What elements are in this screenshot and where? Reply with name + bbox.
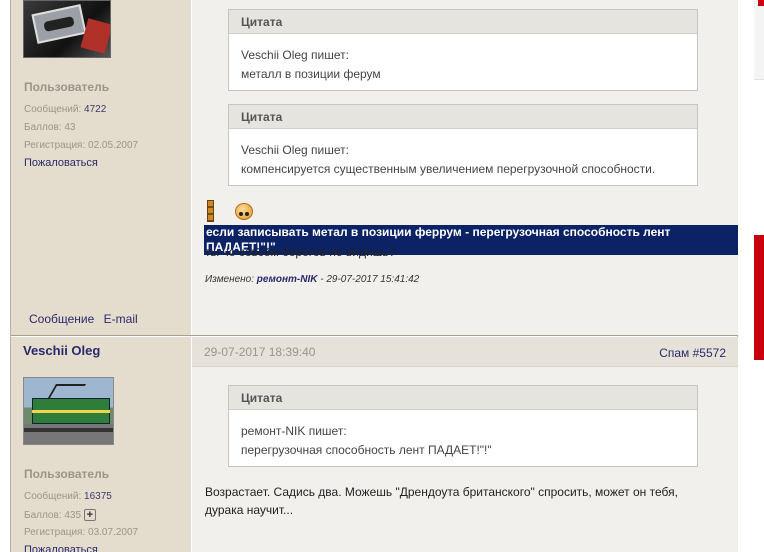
reply-line: Возрастает. Садись два. Можешь "Дрендоут…	[205, 485, 678, 499]
post-header: 29-07-2017 18:39:40 Спам #5572	[192, 337, 738, 367]
edited-note: Изменено: ремонт-NIK - 29-07-2017 15:41:…	[205, 274, 419, 285]
side-accent-bar	[754, 235, 764, 360]
report-link[interactable]: Пожаловаться	[24, 544, 98, 552]
quote-author: ремонт-NIK пишет:	[241, 424, 347, 438]
smiley-emoticon-icon	[232, 200, 256, 222]
registration-label: Регистрация:	[24, 527, 86, 538]
reply-text: ты чо совсем берегов не видишь?	[205, 245, 396, 259]
reply-line: дурака научит...	[205, 503, 294, 517]
edited-time: - 29-07-2017 15:41:42	[320, 274, 420, 285]
quote-text: перегрузочная способность лент ПАДАЕТ!"!…	[241, 443, 492, 457]
user-role: Пользователь	[24, 467, 110, 481]
bar-emoticon-icon	[207, 200, 214, 222]
locomotive-stripe	[32, 410, 110, 413]
smiley-eye-icon	[239, 212, 243, 216]
quote-header: Цитата	[229, 10, 697, 34]
side-panel	[754, 0, 764, 80]
quote-block: Цитата Veschii Oleg пишет: компенсируетс…	[228, 104, 698, 186]
edited-by-link[interactable]: ремонт-NIK	[257, 274, 318, 285]
post-body: 29-07-2017 18:39:40 Спам #5572 Цитата ре…	[192, 337, 738, 552]
quote-author: Veschii Oleg пишет:	[241, 48, 349, 62]
points-label: Баллов:	[24, 122, 62, 133]
messages-count: Сообщений: 16375	[24, 491, 112, 502]
author-panel: Пользователь Сообщений: 4722 Баллов: 43 …	[11, 0, 191, 335]
points-value: 435	[64, 510, 82, 521]
avatar[interactable]	[23, 377, 114, 445]
points-count: Баллов: 43	[24, 122, 75, 133]
quote-header: Цитата	[229, 105, 697, 129]
registration-value: 02.05.2007	[88, 140, 139, 151]
quote-text: компенсируется существенным увеличением …	[241, 162, 656, 176]
avatar[interactable]	[23, 0, 111, 58]
avatar-decoration	[80, 18, 110, 54]
message-link[interactable]: Сообщение	[29, 312, 94, 326]
rail-image	[24, 428, 113, 432]
cassette-image	[31, 4, 87, 44]
forum-thread: Пользователь Сообщений: 4722 Баллов: 43 …	[10, 0, 738, 552]
report-link[interactable]: Пожаловаться	[24, 157, 98, 169]
messages-count: Сообщений: 4722	[24, 104, 106, 115]
quote-body: Veschii Oleg пишет: компенсируется сущес…	[229, 129, 697, 185]
quote-header: Цитата	[229, 386, 697, 410]
email-link[interactable]: E-mail	[104, 312, 138, 326]
messages-label: Сообщений:	[24, 491, 82, 502]
author-panel: Veschii Oleg Пользователь Сообщений: 163…	[11, 337, 191, 552]
contact-links: Сообщение E-mail	[29, 312, 144, 326]
quote-block: Цитата Veschii Oleg пишет: металл в пози…	[228, 9, 698, 91]
post: Veschii Oleg Пользователь Сообщений: 163…	[11, 337, 738, 552]
post-date: 29-07-2017 18:39:40	[204, 345, 316, 359]
username-link[interactable]: Veschii Oleg	[23, 343, 100, 358]
quote-body: ремонт-NIK пишет: перегрузочная способно…	[229, 410, 697, 466]
quote-text: металл в позиции ферум	[241, 67, 381, 81]
messages-value[interactable]: 4722	[84, 104, 106, 115]
plus-button[interactable]: +	[83, 509, 96, 521]
smiley-eye-icon	[245, 212, 249, 216]
side-marker	[758, 0, 764, 6]
spam-link[interactable]: Спам #5572	[659, 346, 726, 360]
quote-body: Veschii Oleg пишет: металл в позиции фер…	[229, 34, 697, 90]
edited-label: Изменено:	[205, 274, 255, 285]
quote-block: Цитата ремонт-NIK пишет: перегрузочная с…	[228, 385, 698, 467]
quote-author: Veschii Oleg пишет:	[241, 143, 349, 157]
registration-date: Регистрация: 03.07.2007	[24, 527, 138, 538]
messages-value[interactable]: 16375	[84, 491, 112, 502]
user-role: Пользователь	[24, 80, 110, 94]
reply-text: Возрастает. Садись два. Можешь "Дрендоут…	[205, 483, 678, 519]
registration-date: Регистрация: 02.05.2007	[24, 140, 138, 151]
pantograph-image	[47, 384, 87, 398]
points-label: Баллов:	[24, 510, 62, 521]
registration-label: Регистрация:	[24, 140, 86, 151]
post: Пользователь Сообщений: 4722 Баллов: 43 …	[11, 0, 738, 336]
points-count: Баллов: 435 +	[24, 509, 96, 521]
registration-value: 03.07.2007	[88, 527, 139, 538]
smiley-face-icon	[235, 203, 253, 220]
messages-label: Сообщений:	[24, 104, 82, 115]
post-body: Цитата Veschii Oleg пишет: металл в пози…	[192, 0, 738, 335]
points-value: 43	[64, 122, 76, 133]
